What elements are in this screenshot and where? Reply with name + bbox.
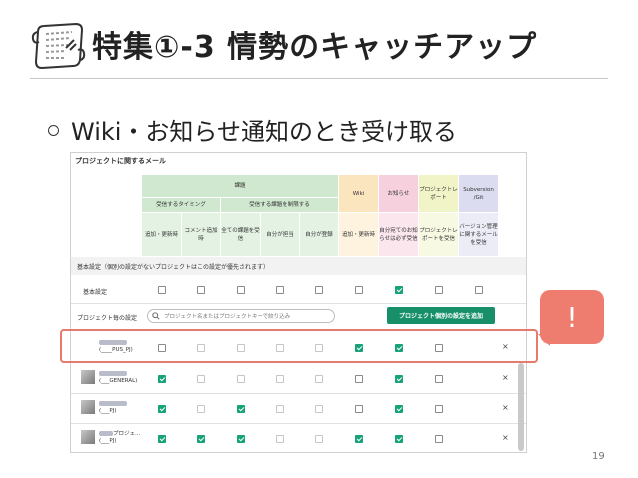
redacted-name [99, 401, 127, 406]
slide-title: 特集①-3 情勢のキャッチアップ [92, 30, 538, 65]
project-name: (___GENERAL) [99, 371, 137, 385]
column-header: 追加・更新時 [142, 213, 182, 257]
group-header-task: 課題 [142, 175, 339, 198]
title-divider [30, 78, 608, 79]
column-header: 自分が担当 [261, 213, 300, 257]
project-setting-checkbox[interactable] [237, 435, 245, 443]
bullet-text: Wiki・お知らせ通知のとき受け取る [71, 118, 457, 146]
column-header: プロジェクトレポートを受信 [419, 213, 459, 257]
project-key: (___GENERAL) [99, 378, 138, 384]
column-header: コメント追加時 [182, 213, 221, 257]
project-setting-checkbox[interactable] [276, 435, 284, 443]
basic-settings-band: 基本設定（個別の設定がないプロジェクトはこの設定が優先されます） [71, 257, 526, 275]
settings-screenshot: プロジェクトに関するメール 課題 Wiki お知らせ プロジェクトレポート Su… [70, 152, 527, 453]
per-project-label: プロジェクト毎の設定 [77, 315, 138, 322]
group-header-wiki: Wiki [339, 175, 379, 213]
project-setting-checkbox[interactable] [237, 375, 245, 383]
column-header: 全ての課題を受信 [221, 213, 261, 257]
remove-project-button[interactable]: × [502, 373, 509, 382]
bullet-circle-icon [48, 125, 59, 136]
row-divider [71, 423, 526, 424]
highlight-frame [60, 329, 538, 363]
basic-setting-checkbox[interactable] [237, 286, 245, 294]
project-setting-checkbox[interactable] [315, 405, 323, 413]
project-setting-checkbox[interactable] [355, 405, 363, 413]
project-name-text: プロジェ... [113, 431, 141, 437]
project-avatar [81, 370, 95, 384]
notification-settings-table: 課題 Wiki お知らせ プロジェクトレポート Subversion /Git … [71, 153, 526, 452]
scroll-icon [31, 22, 86, 70]
project-setting-checkbox[interactable] [315, 375, 323, 383]
add-project-setting-button[interactable]: プロジェクト個別の設定を追加 [387, 307, 495, 324]
basic-setting-checkbox[interactable] [276, 286, 284, 294]
project-setting-checkbox[interactable] [158, 375, 166, 383]
basic-setting-checkbox[interactable] [315, 286, 323, 294]
project-setting-checkbox[interactable] [395, 405, 403, 413]
project-name: (___PJ) [99, 401, 127, 415]
column-header: 自分が登録 [300, 213, 339, 257]
project-setting-checkbox[interactable] [158, 435, 166, 443]
callout-tail [538, 334, 550, 346]
column-header: 追加・更新時 [339, 213, 379, 257]
search-icon [152, 312, 160, 320]
remove-project-button[interactable]: × [502, 433, 509, 442]
basic-setting-checkbox[interactable] [355, 286, 363, 294]
project-name: プロジェ... (___PJ) [99, 431, 140, 445]
redacted-name [99, 371, 127, 376]
redacted-name [99, 431, 113, 436]
project-key: (___PJ) [99, 408, 117, 414]
project-setting-checkbox[interactable] [276, 405, 284, 413]
project-avatar [81, 430, 95, 444]
group-header-vcs: Subversion /Git [459, 175, 499, 213]
project-setting-checkbox[interactable] [435, 375, 443, 383]
project-setting-checkbox[interactable] [435, 435, 443, 443]
group-header-report: プロジェクトレポート [419, 175, 459, 213]
project-setting-checkbox[interactable] [355, 435, 363, 443]
bullet-item: Wiki・お知らせ通知のとき受け取る [48, 112, 457, 147]
project-setting-checkbox[interactable] [197, 405, 205, 413]
subgroup-header-limit: 受信する課題を制限する [221, 198, 339, 213]
project-setting-checkbox[interactable] [158, 405, 166, 413]
group-header-news: お知らせ [379, 175, 419, 213]
project-setting-checkbox[interactable] [395, 435, 403, 443]
project-key: (___PJ) [99, 438, 117, 444]
remove-project-button[interactable]: × [502, 403, 509, 412]
basic-setting-checkbox[interactable] [158, 286, 166, 294]
subgroup-header-timing: 受信するタイミング [142, 198, 221, 213]
table-scrollbar[interactable] [518, 363, 524, 451]
project-setting-checkbox[interactable] [197, 435, 205, 443]
project-setting-checkbox[interactable] [276, 375, 284, 383]
project-setting-checkbox[interactable] [395, 375, 403, 383]
slide-header: 特集①-3 情勢のキャッチアップ [0, 0, 638, 80]
basic-setting-checkbox[interactable] [475, 286, 483, 294]
project-setting-checkbox[interactable] [355, 375, 363, 383]
page-number: 19 [592, 451, 605, 462]
project-setting-checkbox[interactable] [435, 405, 443, 413]
basic-setting-checkbox[interactable] [395, 286, 403, 294]
project-filter-input[interactable]: プロジェクト名またはプロジェクトキーで絞り込み [147, 309, 335, 323]
project-setting-checkbox[interactable] [315, 435, 323, 443]
basic-setting-checkbox[interactable] [197, 286, 205, 294]
column-header: バージョン管理に関するメールを受信 [459, 213, 499, 257]
row-divider [71, 393, 526, 394]
row-divider [71, 303, 526, 304]
filter-placeholder: プロジェクト名またはプロジェクトキーで絞り込み [164, 314, 291, 320]
project-avatar [81, 400, 95, 414]
column-header: 自分宛てのお知らせは必ず受信 [379, 213, 419, 257]
project-setting-checkbox[interactable] [197, 375, 205, 383]
basic-setting-checkbox[interactable] [435, 286, 443, 294]
project-setting-checkbox[interactable] [237, 405, 245, 413]
basic-settings-label: 基本設定 [83, 289, 108, 296]
